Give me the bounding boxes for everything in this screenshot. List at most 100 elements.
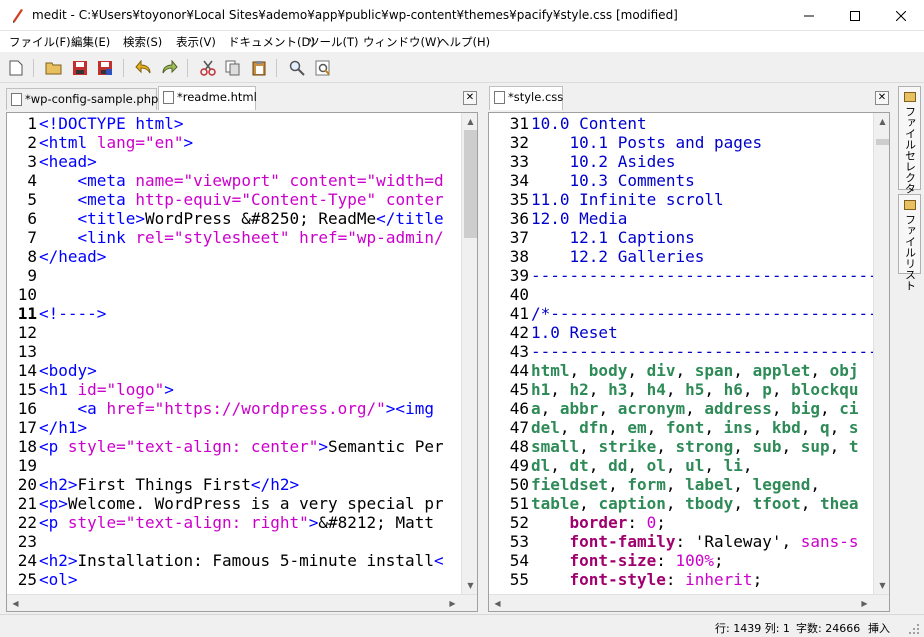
code-line[interactable]: 12.0 Media: [531, 209, 627, 228]
file-selector-tab[interactable]: ファイルセレクター: [898, 86, 921, 205]
save-all-button[interactable]: [94, 57, 116, 79]
close-icon: [896, 10, 906, 21]
code-line[interactable]: 10.1 Posts and pages: [531, 133, 763, 152]
file-list-tab[interactable]: ファイルリスト: [898, 194, 921, 291]
code-line[interactable]: font-family: 'Raleway', sans-s: [531, 532, 859, 551]
code-line[interactable]: <h2>Installation: Famous 5-minute instal…: [39, 551, 444, 570]
tab-style-css[interactable]: *style.css: [489, 86, 563, 110]
code-line[interactable]: <!DOCTYPE html>: [39, 114, 184, 133]
paste-button[interactable]: [248, 57, 270, 79]
code-line[interactable]: <ol>: [39, 570, 78, 589]
menu-search[interactable]: 検索(S): [123, 34, 162, 50]
menu-window[interactable]: ウィンドウ(W): [363, 34, 441, 50]
code-line[interactable]: <title>WordPress &#8250; ReadMe</title: [39, 209, 444, 228]
code-line[interactable]: <meta http-equiv="Content-Type" conter: [39, 190, 444, 209]
maximize-button[interactable]: [832, 0, 878, 31]
code-line[interactable]: dl, dt, dd, ol, ul, li,: [531, 456, 753, 475]
tab-label: *wp-config-sample.php: [25, 92, 159, 106]
menu-document[interactable]: ドキュメント(D): [228, 34, 315, 50]
copy-button[interactable]: [222, 57, 244, 79]
toolbar-separator: [33, 59, 34, 77]
line-number: 6: [27, 209, 37, 228]
code-line[interactable]: <link rel="stylesheet" href="wp-admin/: [39, 228, 444, 247]
code-line[interactable]: small, strike, strong, sub, sup, t: [531, 437, 859, 456]
code-editor-left[interactable]: 1 <!DOCTYPE html> 2 <html lang="en"> 3 <head>…: [6, 112, 478, 612]
code-area[interactable]: 31 10.0 Content 32 10.1 Posts and pages 33 …: [489, 113, 889, 593]
code-line[interactable]: 12.1 Captions: [531, 228, 695, 247]
code-line[interactable]: <a href="https://wordpress.org/"><img: [39, 399, 434, 418]
scroll-thumb[interactable]: [876, 139, 889, 145]
resize-grip-icon[interactable]: [908, 623, 920, 635]
menu-file[interactable]: ファイル(F): [9, 34, 71, 50]
save-button[interactable]: [69, 57, 91, 79]
tab-wp-config-sample[interactable]: *wp-config-sample.php: [6, 88, 159, 110]
code-line[interactable]: <html lang="en">: [39, 133, 193, 152]
code-line[interactable]: table, caption, tbody, tfoot, thea: [531, 494, 859, 513]
menu-edit[interactable]: 編集(E): [71, 34, 110, 50]
vertical-scrollbar[interactable]: ▲ ▼: [873, 113, 889, 594]
code-area[interactable]: 1 <!DOCTYPE html> 2 <html lang="en"> 3 <head>…: [7, 113, 462, 593]
undo-button[interactable]: [133, 57, 155, 79]
scroll-left-arrow[interactable]: ◀: [489, 595, 506, 611]
cut-button[interactable]: [197, 57, 219, 79]
code-line[interactable]: <h2>First Things First</h2>: [39, 475, 299, 494]
line-number: 4: [27, 171, 37, 190]
scroll-down-arrow[interactable]: ▼: [874, 577, 889, 594]
code-line[interactable]: <p>Welcome. WordPress is a very special …: [39, 494, 444, 513]
line-number: 17: [17, 418, 37, 437]
close-tab-button[interactable]: ✕: [463, 91, 477, 105]
find-button[interactable]: [286, 57, 308, 79]
code-line[interactable]: font-size: 100%;: [531, 551, 724, 570]
code-editor-right[interactable]: 31 10.0 Content 32 10.1 Posts and pages 33 …: [488, 112, 890, 612]
menu-tools[interactable]: ツール(T): [308, 34, 359, 50]
code-line[interactable]: del, dfn, em, font, ins, kbd, q, s: [531, 418, 859, 437]
code-line[interactable]: <body>: [39, 361, 97, 380]
close-window-button[interactable]: [878, 0, 924, 31]
document-icon: [163, 91, 174, 104]
horizontal-scrollbar[interactable]: ◀ ▶: [489, 594, 889, 611]
replace-button[interactable]: [312, 57, 334, 79]
code-line[interactable]: 10.2 Asides: [531, 152, 676, 171]
horizontal-scrollbar[interactable]: ◀ ▶: [7, 594, 477, 611]
line-number: 41: [509, 304, 529, 323]
code-line[interactable]: 11.0 Infinite scroll: [531, 190, 724, 209]
scroll-down-arrow[interactable]: ▼: [462, 577, 477, 594]
minimize-button[interactable]: [786, 0, 832, 31]
code-line[interactable]: </h1>: [39, 418, 87, 437]
scroll-left-arrow[interactable]: ◀: [7, 595, 24, 611]
scroll-thumb[interactable]: [464, 130, 477, 238]
code-line[interactable]: html, body, div, span, applet, obj: [531, 361, 859, 380]
tab-readme[interactable]: *readme.html: [158, 86, 257, 110]
code-line[interactable]: <h1 id="logo">: [39, 380, 174, 399]
scroll-right-arrow[interactable]: ▶: [444, 595, 461, 611]
redo-button[interactable]: [158, 57, 180, 79]
code-line[interactable]: --------------------------------------: [531, 266, 889, 285]
code-line[interactable]: 12.2 Galleries: [531, 247, 705, 266]
code-line[interactable]: </head>: [39, 247, 106, 266]
code-line[interactable]: <head>: [39, 152, 97, 171]
side-panel: ファイルセレクター ファイルリスト: [896, 84, 924, 612]
code-line[interactable]: 1.0 Reset: [531, 323, 618, 342]
code-line[interactable]: fieldset, form, label, legend,: [531, 475, 820, 494]
code-line[interactable]: <p style="text-align: right">&#8212; Mat…: [39, 513, 434, 532]
scroll-right-arrow[interactable]: ▶: [856, 595, 873, 611]
code-line[interactable]: 10.3 Comments: [531, 171, 695, 190]
vertical-scrollbar[interactable]: ▲ ▼: [461, 113, 477, 594]
code-line[interactable]: a, abbr, acronym, address, big, ci: [531, 399, 859, 418]
close-tab-button[interactable]: ✕: [875, 91, 889, 105]
open-button[interactable]: [43, 57, 65, 79]
menu-help[interactable]: ヘルプ(H): [438, 34, 490, 50]
code-line[interactable]: <p style="text-align: center">Semantic P…: [39, 437, 444, 456]
code-line[interactable]: 10.0 Content: [531, 114, 647, 133]
code-line[interactable]: h1, h2, h3, h4, h5, h6, p, blockqu: [531, 380, 859, 399]
code-line[interactable]: border: 0;: [531, 513, 666, 532]
code-line[interactable]: <meta name="viewport" content="width=d: [39, 171, 444, 190]
code-line[interactable]: <!---->: [39, 304, 106, 323]
code-line[interactable]: /*------------------------------------: [531, 304, 889, 323]
scroll-up-arrow[interactable]: ▲: [874, 113, 889, 130]
code-line[interactable]: --------------------------------------: [531, 342, 889, 361]
scroll-up-arrow[interactable]: ▲: [462, 113, 477, 130]
new-file-button[interactable]: [5, 57, 27, 79]
menu-view[interactable]: 表示(V): [176, 34, 216, 50]
code-line[interactable]: font-style: inherit;: [531, 570, 763, 589]
